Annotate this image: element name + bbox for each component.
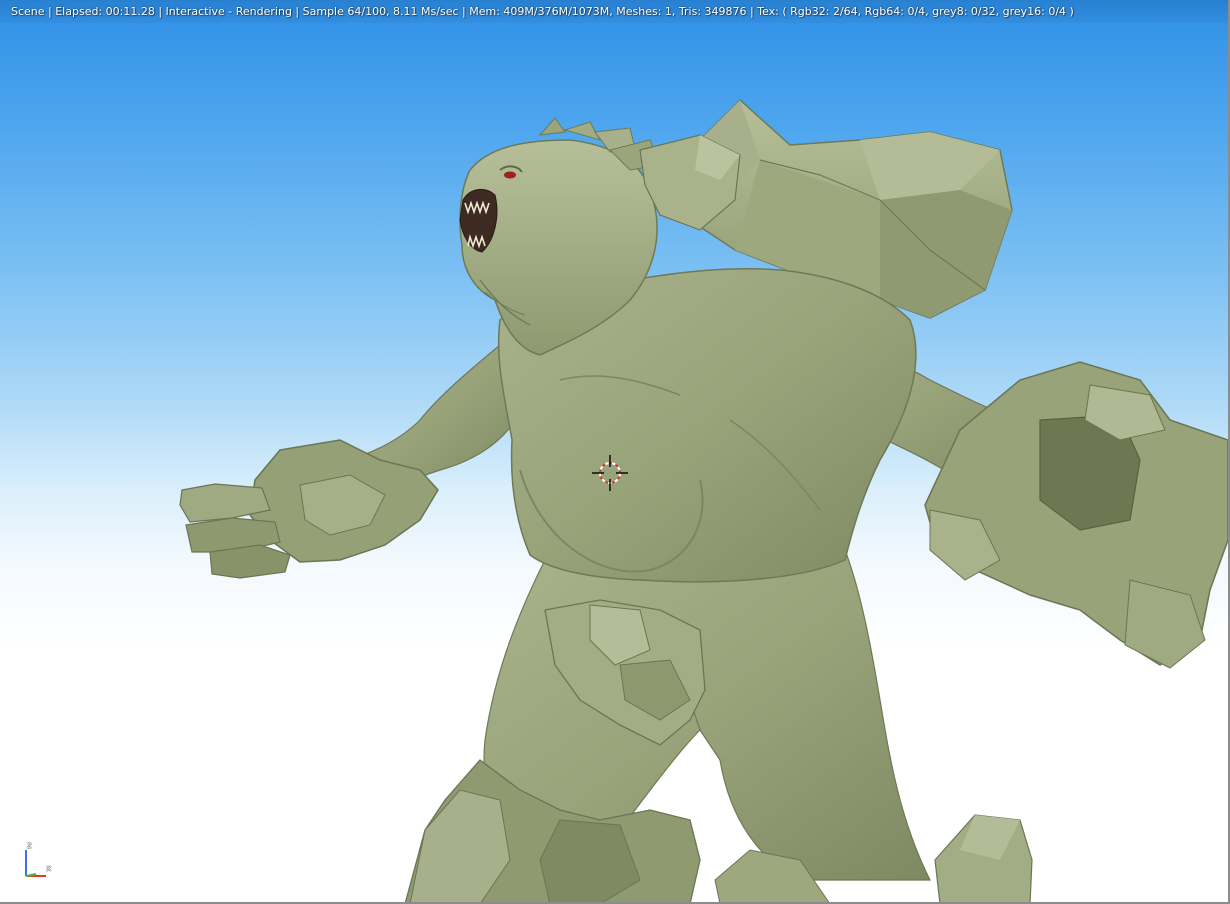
left-arm	[179, 343, 516, 579]
axis-gizmo-icon: z x	[18, 838, 62, 882]
axis-z-label: z	[27, 841, 32, 851]
3d-cursor-icon[interactable]	[590, 453, 630, 493]
axis-x-label: x	[46, 864, 52, 874]
render-status-bar: Scene | Elapsed: 00:11.28 | Interactive …	[0, 0, 1230, 23]
base-rocks	[404, 759, 1033, 904]
render-viewport[interactable]: Scene | Elapsed: 00:11.28 | Interactive …	[0, 0, 1230, 904]
rendered-stone-golem-image	[179, 98, 1229, 904]
